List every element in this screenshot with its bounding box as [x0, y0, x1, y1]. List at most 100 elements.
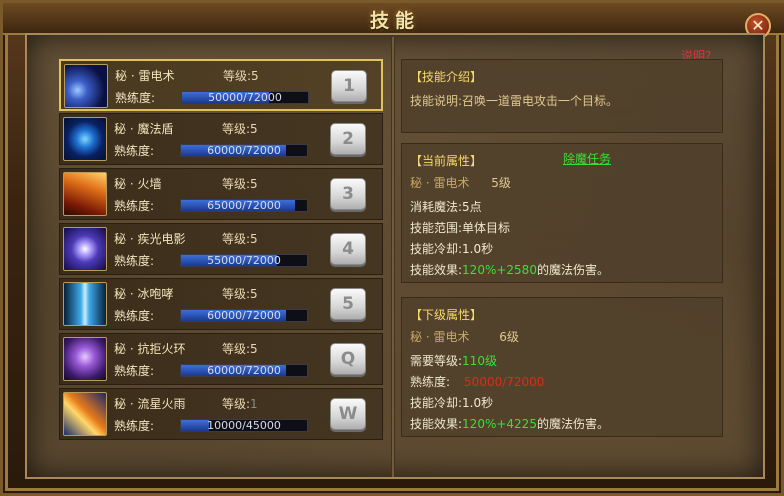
level-value: 5: [250, 232, 258, 246]
prof-value: 50000/72000: [464, 375, 545, 389]
skill-window: 技能 ✕ 秘 · 雷电术 等级:5 熟练度: 50000/72000 1 秘 ·…: [0, 0, 784, 496]
skill-name: 秘 · 冰咆哮: [114, 287, 174, 301]
level-value: 1: [250, 397, 258, 411]
skill-row-magic-shield[interactable]: 秘 · 魔法盾 等级:5 熟练度: 60000/72000 2: [59, 113, 383, 165]
proficiency-label: 熟练度:: [114, 364, 155, 378]
window-title: 技能: [369, 10, 420, 32]
skill-level: 等级:5: [222, 285, 258, 302]
level-label: 等级:: [222, 397, 251, 411]
proficiency-bar: 65000/72000: [180, 199, 308, 212]
hotkey-button[interactable]: 4: [330, 233, 366, 265]
skill-row-meteor-shower[interactable]: 秘 · 流星火雨 等级:1 熟练度: 10000/45000 W: [59, 388, 383, 440]
proficiency-bar: 60000/72000: [180, 144, 308, 157]
effect-label: 技能效果:: [410, 263, 463, 277]
repulsion-ring-skill-icon[interactable]: [63, 337, 107, 381]
intro-header: 【技能介绍】: [410, 70, 483, 84]
skill-level: 等级:5: [222, 120, 258, 137]
skill-name: 秘 · 雷电术: [410, 330, 470, 344]
intro-description: 技能说明:召唤一道雷电攻击一个目标。: [410, 92, 618, 109]
skill-range: 技能范围:单体目标: [410, 221, 511, 235]
skill-level: 等级:5: [222, 340, 258, 357]
level-value: 5: [250, 177, 258, 191]
hotkey-button[interactable]: 1: [331, 70, 367, 102]
proficiency-bar: 10000/45000: [180, 419, 308, 432]
proficiency-text: 10000/45000: [207, 419, 281, 432]
hotkey-button[interactable]: Q: [330, 343, 366, 375]
skill-name: 秘 · 火墙: [114, 177, 162, 191]
required-level: 需要等级:110级: [410, 352, 497, 369]
proficiency-bar: 60000/72000: [180, 364, 308, 377]
skill-intro-panel: 【技能介绍】 技能说明:召唤一道雷电攻击一个目标。: [401, 59, 723, 133]
proficiency-text: 60000/72000: [207, 144, 281, 157]
magic-shield-skill-icon[interactable]: [63, 117, 107, 161]
proficiency-text: 60000/72000: [207, 309, 281, 322]
proficiency-label: 熟练度:: [114, 419, 155, 433]
skill-row-ice-roar[interactable]: 秘 · 冰咆哮 等级:5 熟练度: 60000/72000 5: [59, 278, 383, 330]
skill-row-repulsion-ring[interactable]: 秘 · 抗拒火环 等级:5 熟练度: 60000/72000 Q: [59, 333, 383, 385]
desc-text: 召唤一道雷电攻击一个目标。: [462, 94, 619, 108]
level-label: 等级:: [222, 342, 251, 356]
hotkey-button[interactable]: 3: [330, 178, 366, 210]
skill-level: 等级:5: [222, 230, 258, 247]
skill-name: 秘 · 雷电术: [410, 176, 470, 190]
proficiency-bar: 60000/72000: [180, 309, 308, 322]
demon-quest-link[interactable]: 除魔任务: [563, 150, 611, 167]
next-skill-name: 秘 · 雷电术 6级: [410, 328, 519, 345]
skill-name: 秘 · 流星火雨: [114, 397, 186, 411]
fire-wall-skill-icon[interactable]: [63, 172, 107, 216]
next-proficiency: 熟练度: 50000/72000: [410, 373, 544, 390]
level-label: 等级:: [222, 177, 251, 191]
meteor-shower-skill-icon[interactable]: [63, 392, 107, 436]
req-value: 110级: [462, 354, 497, 368]
effect-label: 技能效果:: [410, 417, 463, 431]
current-skill-name: 秘 · 雷电术 5级: [410, 174, 511, 191]
proficiency-label: 熟练度:: [114, 309, 155, 323]
proficiency-label: 熟练度:: [114, 144, 155, 158]
skill-effect: 技能效果:120%+2580的魔法伤害。: [410, 261, 609, 278]
skill-level: 6级: [499, 330, 519, 344]
hotkey-button[interactable]: W: [330, 398, 366, 430]
level-label: 等级:: [222, 232, 251, 246]
proficiency-text: 65000/72000: [207, 199, 281, 212]
level-value: 5: [250, 287, 258, 301]
mana-cost: 消耗魔法:5点: [410, 200, 482, 214]
skill-row-lightning-shadow[interactable]: 秘 · 疾光电影 等级:5 熟练度: 55000/72000 4: [59, 223, 383, 275]
level-label: 等级:: [222, 287, 251, 301]
panel-divider: [391, 37, 395, 477]
proficiency-bar: 50000/72000: [181, 91, 309, 104]
skill-level: 等级:5: [222, 175, 258, 192]
skill-name: 秘 · 魔法盾: [114, 122, 174, 136]
effect-suffix: 的魔法伤害。: [536, 263, 609, 277]
level-value: 5: [251, 69, 259, 83]
next-cooldown: 技能冷却:1.0秒: [410, 396, 494, 410]
title-bar: 技能: [3, 3, 784, 35]
skill-row-lightning[interactable]: 秘 · 雷电术 等级:5 熟练度: 50000/72000 1: [59, 59, 383, 111]
current-header: 【当前属性】: [410, 154, 483, 168]
ice-roar-skill-icon[interactable]: [63, 282, 107, 326]
lightning-skill-icon[interactable]: [64, 64, 108, 108]
hotkey-button[interactable]: 5: [330, 288, 366, 320]
effect-suffix: 的魔法伤害。: [536, 417, 609, 431]
skill-level: 等级:5: [223, 67, 259, 84]
proficiency-text: 60000/72000: [207, 364, 281, 377]
skill-cooldown: 技能冷却:1.0秒: [410, 242, 494, 256]
proficiency-label: 熟练度:: [115, 91, 156, 105]
lightning-shadow-skill-icon[interactable]: [63, 227, 107, 271]
proficiency-text: 55000/72000: [207, 254, 281, 267]
skill-name: 秘 · 抗拒火环: [114, 342, 186, 356]
req-label: 需要等级:: [410, 354, 463, 368]
skill-row-fire-wall[interactable]: 秘 · 火墙 等级:5 熟练度: 65000/72000 3: [59, 168, 383, 220]
desc-label: 技能说明:: [410, 94, 463, 108]
skill-name: 秘 · 雷电术: [115, 69, 175, 83]
hotkey-button[interactable]: 2: [330, 123, 366, 155]
effect-value: 120%+4225: [462, 417, 537, 431]
skill-level: 等级:1: [222, 395, 258, 412]
next-header: 【下级属性】: [410, 308, 483, 322]
effect-value: 120%+2580: [462, 263, 537, 277]
level-value: 5: [250, 122, 258, 136]
skill-level: 5级: [491, 176, 511, 190]
prof-label: 熟练度:: [410, 375, 451, 389]
proficiency-label: 熟练度:: [114, 199, 155, 213]
level-label: 等级:: [222, 122, 251, 136]
skill-name: 秘 · 疾光电影: [114, 232, 186, 246]
